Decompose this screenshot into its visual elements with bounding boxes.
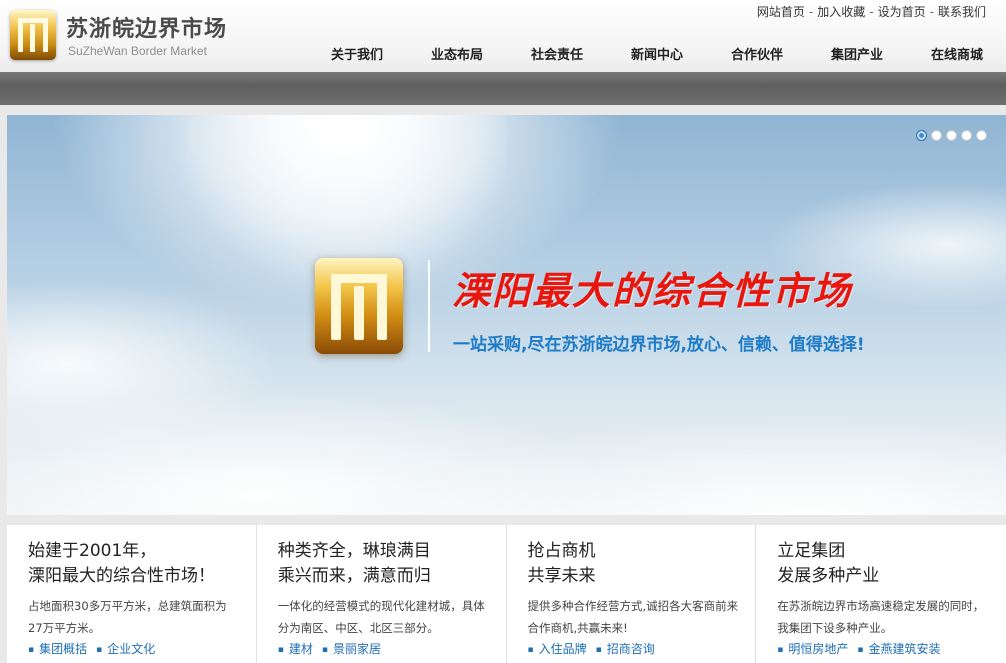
link-group-overview[interactable]: 集团概括 [28,642,87,656]
link-building-materials[interactable]: 建材 [278,642,313,656]
top-links: 网站首页 - 加入收藏 - 设为首页 - 联系我们 [756,5,986,19]
link-set-homepage[interactable]: 设为首页 [878,5,926,19]
main-nav: 关于我们 业态布局 社会责任 新闻中心 合作伙伴 集团产业 在线商城 [307,46,1006,66]
nav-partners[interactable]: 合作伙伴 [707,46,807,66]
feature-links: 明恒房地产金燕建筑安装 [777,640,949,657]
site-title: 苏浙皖边界市场 [66,17,228,42]
feature-links: 建材景丽家居 [278,640,390,657]
nav-band [0,72,1006,105]
feature-title: 种类齐全，琳琅满目 乘兴而来，满意而归 [277,541,431,586]
hero-banner[interactable]: 溧阳最大的综合性市场 一站采购,尽在苏浙皖边界市场,放心、信赖、值得选择! [7,115,1006,515]
nav-group-industry[interactable]: 集团产业 [807,46,907,66]
link-contact[interactable]: 联系我们 [938,5,986,19]
nav-layout[interactable]: 业态布局 [407,46,507,66]
link-construction[interactable]: 金燕建筑安装 [857,642,940,656]
feature-desc: 一体化的经营模式的现代化建材城，具体分为南区、中区、北区三部分。 [277,599,485,635]
slide-dot-2[interactable] [931,130,942,141]
link-real-estate[interactable]: 明恒房地产 [777,642,848,656]
banner-logo-icon [315,258,403,354]
logo-icon[interactable] [10,10,56,60]
site-subtitle: SuZheWan Border Market [68,44,207,58]
banner-headline: 溧阳最大的综合性市场 [452,268,853,313]
site-header: 苏浙皖边界市场 SuZheWan Border Market 网站首页 - 加入收藏… [0,0,1006,72]
feature-history: 始建于2001年， 溧阳最大的综合性市场！ 占地面积30多万平方米，总建筑面积为2… [7,525,257,663]
link-jingli-home[interactable]: 景丽家居 [322,642,381,656]
nav-online-mall[interactable]: 在线商城 [907,46,1006,66]
slide-indicators [916,130,987,141]
feature-title: 立足集团 发展多种产业 [777,541,880,586]
link-corporate-culture[interactable]: 企业文化 [96,642,155,656]
nav-news[interactable]: 新闻中心 [607,46,707,66]
link-investment-inquiry[interactable]: 招商咨询 [596,642,655,656]
nav-responsibility[interactable]: 社会责任 [507,46,607,66]
nav-about[interactable]: 关于我们 [307,46,407,66]
feature-desc: 提供多种合作经营方式,诚招各大客商前来合作商机,共赢未来! [527,599,739,635]
link-add-favorite[interactable]: 加入收藏 [817,5,865,19]
link-home[interactable]: 网站首页 [757,5,805,19]
slide-dot-1[interactable] [916,130,927,141]
feature-desc: 占地面积30多万平方米，总建筑面积为27万平方米。 [28,599,227,635]
feature-group: 立足集团 发展多种产业 在苏浙皖边界市场高速稳定发展的同时，我集团下设多种产业。 … [756,525,1006,663]
feature-links: 集团概括企业文化 [28,640,164,657]
feature-title: 抢占商机 共享未来 [527,541,596,586]
link-brands[interactable]: 入住品牌 [528,642,587,656]
feature-title: 始建于2001年， 溧阳最大的综合性市场！ [28,541,215,586]
feature-links: 入住品牌招商咨询 [528,640,664,657]
feature-desc: 在苏浙皖边界市场高速稳定发展的同时，我集团下设多种产业。 [777,599,985,635]
feature-variety: 种类齐全，琳琅满目 乘兴而来，满意而归 一体化的经营模式的现代化建材城，具体分为南… [257,525,507,663]
slide-dot-5[interactable] [976,130,987,141]
feature-opportunity: 抢占商机共享未来 提供多种合作经营方式,诚招各大客商前来合作商机,共赢未来! 入… [507,525,757,663]
slide-dot-4[interactable] [961,130,972,141]
banner-divider [428,260,430,352]
feature-columns: 始建于2001年， 溧阳最大的综合性市场！ 占地面积30多万平方米，总建筑面积为2… [7,525,1006,663]
slide-dot-3[interactable] [946,130,957,141]
banner-tagline: 一站采购,尽在苏浙皖边界市场,放心、信赖、值得选择! [453,335,865,355]
